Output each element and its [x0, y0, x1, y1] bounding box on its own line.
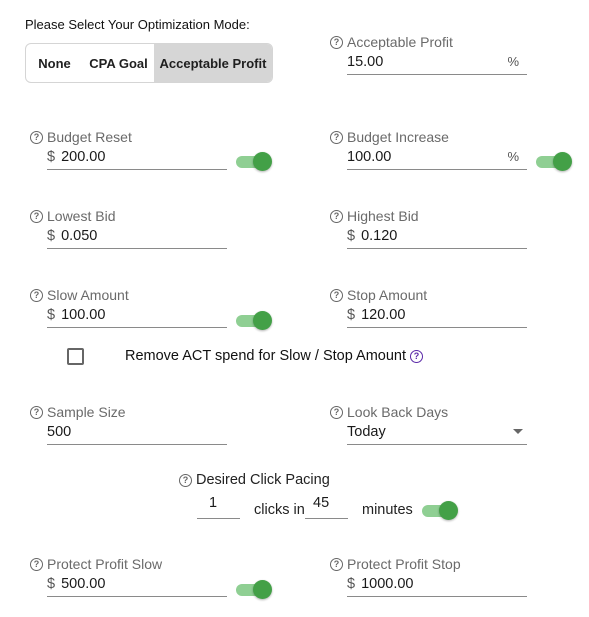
stop-amount-value: 120.00	[361, 306, 406, 323]
toggle-thumb	[253, 152, 272, 171]
look-back-days-value: Today	[347, 423, 386, 440]
remove-act-label: Remove ACT spend for Slow / Stop Amount …	[125, 348, 424, 364]
help-icon[interactable]: ?	[30, 130, 43, 144]
help-icon[interactable]: ?	[330, 557, 343, 571]
protect-profit-stop-value: 1000.00	[361, 575, 414, 592]
acceptable-profit-value: 15.00	[347, 53, 384, 70]
slow-amount-toggle[interactable]	[236, 311, 272, 331]
stop-amount-field[interactable]: $ 120.00	[347, 302, 527, 328]
slow-amount-field[interactable]: $ 100.00	[47, 302, 227, 328]
help-icon[interactable]: ?	[179, 473, 192, 487]
dollar-prefix: $	[47, 227, 56, 244]
remove-act-checkbox[interactable]	[67, 348, 84, 365]
acceptable-profit-label: ? Acceptable Profit	[330, 34, 453, 50]
optimization-mode-selector: None CPA Goal Acceptable Profit	[25, 43, 273, 83]
sample-size-label: ? Sample Size	[30, 404, 126, 420]
toggle-thumb	[253, 311, 272, 330]
help-icon[interactable]: ?	[330, 130, 343, 144]
dollar-prefix: $	[347, 575, 356, 592]
budget-reset-field[interactable]: $ 200.00	[47, 144, 227, 170]
dollar-prefix: $	[347, 227, 356, 244]
toggle-thumb	[253, 580, 272, 599]
budget-reset-label: ? Budget Reset	[30, 129, 132, 145]
help-icon[interactable]: ?	[30, 405, 43, 419]
help-icon[interactable]: ?	[410, 349, 424, 363]
protect-profit-stop-field[interactable]: $ 1000.00	[347, 571, 527, 597]
dropdown-arrow-icon	[513, 429, 523, 434]
dollar-prefix: $	[47, 306, 56, 323]
highest-bid-label: ? Highest Bid	[330, 208, 419, 224]
slow-amount-label: ? Slow Amount	[30, 287, 129, 303]
toggle-thumb	[439, 501, 458, 520]
protect-profit-stop-label: ? Protect Profit Stop	[330, 556, 461, 572]
minutes-label: minutes	[362, 502, 413, 518]
help-icon[interactable]: ?	[330, 209, 343, 223]
help-icon[interactable]: ?	[330, 405, 343, 419]
highest-bid-field[interactable]: $ 0.120	[347, 223, 527, 249]
budget-reset-value: 200.00	[61, 148, 106, 165]
help-icon[interactable]: ?	[30, 288, 43, 302]
dollar-prefix: $	[47, 575, 56, 592]
protect-profit-slow-value: 500.00	[61, 575, 106, 592]
click-pacing-title: ? Desired Click Pacing	[179, 472, 330, 488]
budget-reset-toggle[interactable]	[236, 152, 272, 172]
percent-suffix: %	[507, 54, 519, 69]
help-icon[interactable]: ?	[330, 35, 343, 49]
look-back-days-label: ? Look Back Days	[330, 404, 448, 420]
slow-amount-value: 100.00	[61, 306, 106, 323]
lowest-bid-label: ? Lowest Bid	[30, 208, 115, 224]
toggle-thumb	[553, 152, 572, 171]
highest-bid-value: 0.120	[361, 227, 398, 244]
protect-profit-slow-toggle[interactable]	[236, 580, 272, 600]
sample-size-value: 500	[47, 423, 72, 440]
dollar-prefix: $	[347, 306, 356, 323]
budget-increase-value: 100.00	[347, 148, 392, 165]
help-icon[interactable]: ?	[30, 209, 43, 223]
mode-cpa-goal-button[interactable]: CPA Goal	[83, 44, 154, 82]
lowest-bid-field[interactable]: $ 0.050	[47, 223, 227, 249]
budget-increase-label: ? Budget Increase	[330, 129, 449, 145]
budget-increase-field[interactable]: 100.00 %	[347, 144, 527, 170]
stop-amount-label: ? Stop Amount	[330, 287, 427, 303]
protect-profit-slow-label: ? Protect Profit Slow	[30, 556, 162, 572]
mode-acceptable-profit-button[interactable]: Acceptable Profit	[154, 44, 272, 82]
pacing-minutes-input[interactable]: 45	[305, 495, 348, 519]
mode-none-button[interactable]: None	[26, 44, 83, 82]
pacing-clicks-input[interactable]: 1	[197, 495, 240, 519]
percent-suffix: %	[507, 149, 519, 164]
dollar-prefix: $	[47, 148, 56, 165]
help-icon[interactable]: ?	[330, 288, 343, 302]
sample-size-field[interactable]: 500	[47, 419, 227, 445]
budget-increase-toggle[interactable]	[536, 152, 572, 172]
protect-profit-slow-field[interactable]: $ 500.00	[47, 571, 227, 597]
click-pacing-toggle[interactable]	[422, 501, 458, 521]
lowest-bid-value: 0.050	[61, 227, 98, 244]
optimization-mode-title: Please Select Your Optimization Mode:	[25, 17, 250, 32]
help-icon[interactable]: ?	[30, 557, 43, 571]
clicks-in-label: clicks in	[254, 502, 305, 518]
look-back-days-select[interactable]: Today	[347, 419, 527, 445]
acceptable-profit-field[interactable]: 15.00 %	[347, 49, 527, 75]
